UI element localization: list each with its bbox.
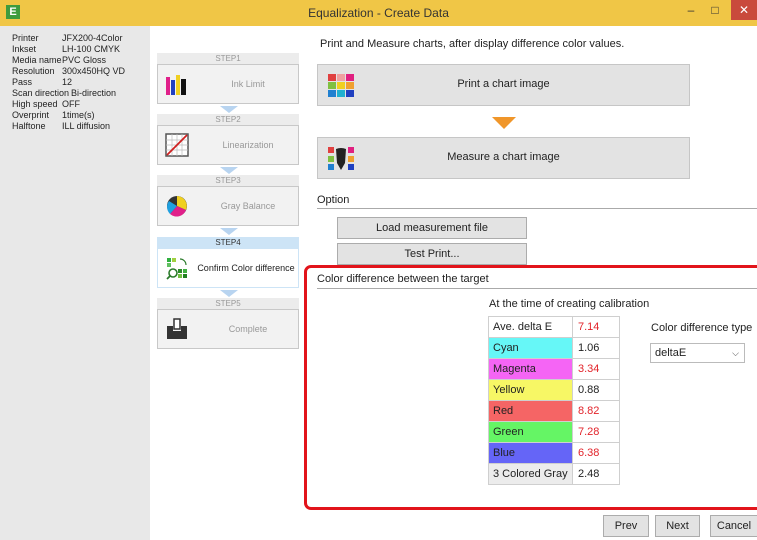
info-pass: Pass 12 [12,77,73,87]
down-arrow-icon [492,117,516,129]
step3-label: Gray Balance [220,201,276,211]
measure-chart-button[interactable]: Measure a chart image [317,137,690,179]
step4-confirm-color-difference[interactable]: Confirm Color difference [157,248,299,288]
minimize-button[interactable]: – [680,0,702,20]
color-name-cell: Red [488,400,573,422]
color-difference-type-label: Color difference type [651,322,753,334]
load-measurement-file-button[interactable]: Load measurement file [337,217,527,239]
chevron-down-icon: ⌵ [732,348,739,358]
delta-value-cell: 7.28 [572,421,620,443]
color-name-cell: Blue [488,442,573,464]
window-title: Equalization - Create Data [308,6,449,20]
printer-info-panel: Printer JFX200-4Color Inkset LH-100 CMYK M… [0,26,150,540]
step4-header: STEP4 [157,237,299,248]
cancel-button[interactable]: Cancel [710,515,757,537]
color-name-cell: Ave. delta E [488,316,573,338]
color-difference-title: Color difference between the target [317,273,489,285]
instruction-text: Print and Measure charts, after display … [320,38,625,50]
step-arrow-icon [220,228,238,235]
table-row: 3 Colored Gray 2.48 [488,463,620,485]
color-compare-icon [166,258,187,280]
table-row: Magenta 3.34 [488,358,620,380]
delta-value-cell: 2.48 [572,463,620,485]
gray-balance-wheel-icon [167,196,187,217]
prev-button[interactable]: Prev [603,515,649,537]
step-arrow-icon [220,106,238,113]
step5-complete[interactable]: Complete [157,309,299,349]
table-row: Blue 6.38 [488,442,620,464]
info-resolution: Resolution 300x450HQ VD [12,66,126,76]
print-chart-button[interactable]: Print a chart image [317,64,690,106]
delta-value-cell: 0.88 [572,379,620,401]
maximize-button[interactable]: □ [704,0,726,20]
option-label: Option [317,194,350,206]
delta-value-cell: 6.38 [572,442,620,464]
step2-header: STEP2 [157,114,299,125]
table-row: Red 8.82 [488,400,620,422]
close-button[interactable]: ✕ [731,0,757,20]
option-divider [317,208,757,209]
steps-panel: STEP1 Ink Limit STEP2 Linearization STEP… [150,26,300,540]
next-button[interactable]: Next [655,515,700,537]
step2-linearization[interactable]: Linearization [157,125,299,165]
linearization-graph-icon [165,133,189,157]
title-bar: E Equalization - Create Data – □ ✕ [0,0,757,26]
step-arrow-icon [220,167,238,174]
color-name-cell: Yellow [488,379,573,401]
step1-header: STEP1 [157,53,299,64]
step3-gray-balance[interactable]: Gray Balance [157,186,299,226]
color-name-cell: Magenta [488,358,573,380]
color-name-cell: Cyan [488,337,573,359]
color-difference-type-select[interactable]: deltaE ⌵ [650,343,745,363]
info-high-speed: High speed OFF [12,99,80,109]
delta-value-cell: 8.82 [572,400,620,422]
table-row: Green 7.28 [488,421,620,443]
test-print-button[interactable]: Test Print... [337,243,527,265]
color-difference-type-value: deltaE [655,347,687,359]
step1-label: Ink Limit [231,79,265,89]
step1-ink-limit[interactable]: Ink Limit [157,64,299,104]
step4-label: Confirm Color difference [197,263,295,273]
info-overprint: Overprint 1time(s) [12,110,95,120]
step3-header: STEP3 [157,175,299,186]
table-row: Cyan 1.06 [488,337,620,359]
info-media-name: Media namePVC Gloss [12,55,107,65]
table-row: Ave. delta E 7.14 [488,316,620,338]
info-scan-direction: Scan direction Bi-direction [12,88,117,98]
info-printer: Printer JFX200-4Color [12,33,123,43]
print-chart-label: Print a chart image [457,78,550,90]
info-halftone: Halftone ILL diffusion [12,121,111,131]
calibration-subtitle: At the time of creating calibration [489,298,650,310]
delta-value-cell: 3.34 [572,358,620,380]
printer-output-icon [167,318,187,339]
color-name-cell: 3 Colored Gray [488,463,573,485]
step5-header: STEP5 [157,298,299,309]
step5-label: Complete [228,324,268,334]
color-difference-divider [317,288,757,289]
color-difference-table: Ave. delta E 7.14 Cyan 1.06 Magenta 3.34 Yello… [488,316,620,485]
delta-value-cell: 7.14 [572,316,620,338]
measure-chart-label: Measure a chart image [447,151,560,163]
step2-label: Linearization [222,140,274,150]
ink-bars-icon [166,75,186,95]
delta-value-cell: 1.06 [572,337,620,359]
info-inkset: Inkset LH-100 CMYK [12,44,121,54]
step-arrow-icon [220,290,238,297]
color-name-cell: Green [488,421,573,443]
table-row: Yellow 0.88 [488,379,620,401]
